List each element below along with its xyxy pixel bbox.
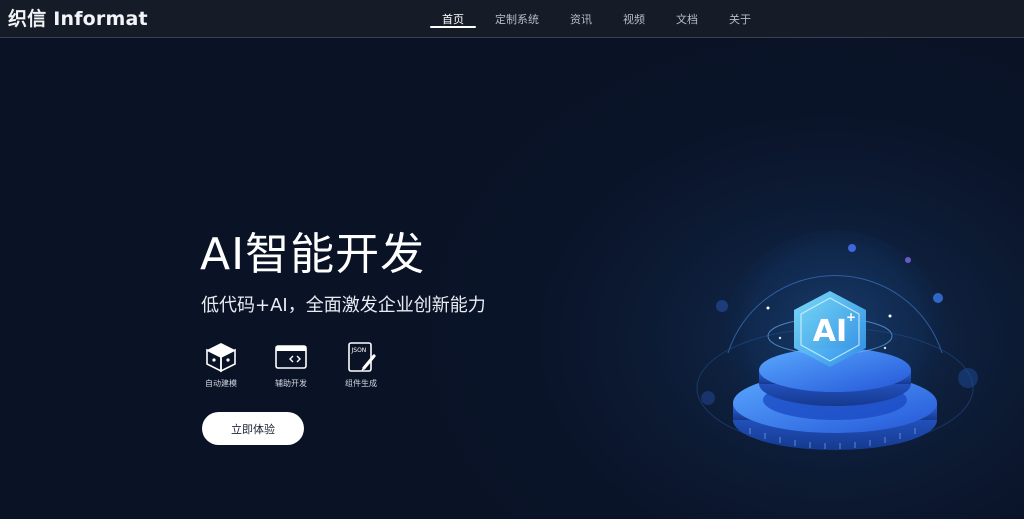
feature-assisted-dev: 辅助开发 [271, 341, 311, 389]
feature-label: 自动建模 [205, 379, 237, 388]
nav-item-home[interactable]: 首页 [430, 0, 476, 38]
nav-item-custom-system[interactable]: 定制系统 [483, 0, 551, 38]
nav-item-docs[interactable]: 文档 [664, 0, 710, 38]
svg-text:+: + [846, 310, 856, 324]
top-navbar: 织信 Informat 首页 定制系统 资讯 视频 文档 关于 [0, 0, 1024, 38]
nav-item-videos[interactable]: 视频 [611, 0, 657, 38]
cube-icon [206, 343, 236, 373]
hero-subtitle: 低代码+AI，全面激发企业创新能力 [201, 295, 486, 316]
json-document-icon: JSON [348, 342, 376, 372]
hero-section: AI智能开发 低代码+AI，全面激发企业创新能力 自动建模 辅助开发 JSON … [0, 38, 1024, 519]
ai-badge-text: AI [813, 314, 847, 349]
feature-auto-modeling: 自动建模 [201, 341, 241, 389]
nav-item-news[interactable]: 资讯 [558, 0, 604, 38]
code-window-icon [275, 345, 307, 369]
hero-title: AI智能开发 [200, 229, 426, 280]
feature-component-gen: JSON 组件生成 [341, 341, 381, 389]
svg-text:JSON: JSON [351, 347, 367, 354]
feature-label: 组件生成 [345, 379, 377, 388]
brand-logo[interactable]: 织信 Informat [8, 4, 148, 31]
try-now-button[interactable]: 立即体验 [202, 412, 304, 445]
nav-item-about[interactable]: 关于 [717, 0, 763, 38]
ai-platform-illustration: AI + [696, 230, 978, 450]
feature-list: 自动建模 辅助开发 JSON 组件生成 [201, 341, 381, 389]
feature-label: 辅助开发 [275, 379, 307, 388]
nav-menu: 首页 定制系统 资讯 视频 文档 关于 [430, 0, 770, 38]
